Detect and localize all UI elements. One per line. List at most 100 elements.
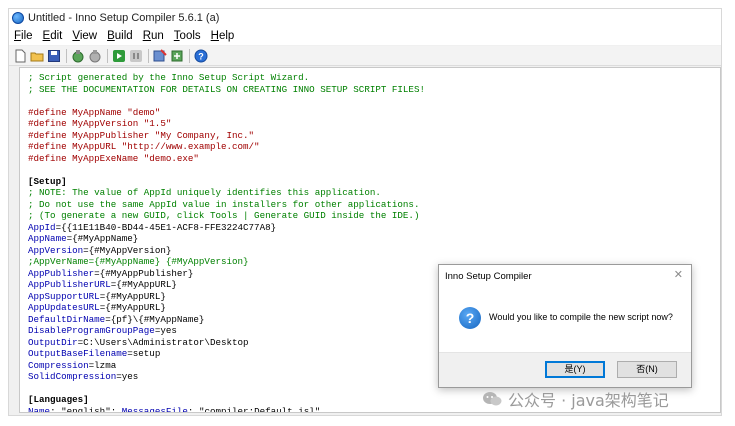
menu-file[interactable]: File: [9, 30, 38, 42]
yes-button[interactable]: 是(Y): [545, 361, 605, 378]
code-token: ={#MyAppURL}: [110, 279, 177, 290]
code-line: [Setup]: [28, 176, 425, 188]
code-line: ; Do not use the same AppId value in ins…: [28, 199, 425, 211]
code-line: Compression=lzma: [28, 360, 425, 372]
save-icon[interactable]: [47, 49, 61, 63]
code-line: #define MyAppPublisher "My Company, Inc.…: [28, 130, 425, 142]
code-line: AppUpdatesURL={#MyAppURL}: [28, 302, 425, 314]
code-line: #define MyAppName "demo": [28, 107, 425, 119]
code-token: MessagesFile: [121, 405, 188, 413]
stop-compile-icon[interactable]: [88, 49, 102, 63]
code-line: AppName={#MyAppName}: [28, 233, 425, 245]
code-line: AppId={{11E11B40-BD44-45E1-ACF8-FFE3224C…: [28, 222, 425, 234]
code-token: ={#MyAppURL}: [99, 290, 166, 302]
dialog-footer: 是(Y) 否(N): [439, 352, 691, 387]
code-token: ; NOTE: The value of AppId uniquely iden…: [28, 187, 381, 198]
new-file-icon[interactable]: [13, 49, 27, 63]
question-icon: ?: [459, 307, 481, 329]
code-line: #define MyAppURL "http://www.example.com…: [28, 141, 425, 153]
help-icon[interactable]: ?: [194, 49, 208, 63]
menu-tools[interactable]: Tools: [169, 30, 206, 42]
code-line: ;AppVerName={#MyAppName} {#MyAppVersion}: [28, 256, 425, 268]
menu-help[interactable]: Help: [206, 30, 240, 42]
code-token: OutputDir: [28, 336, 78, 348]
code-token: =yes: [116, 371, 139, 382]
code-token: AppId: [28, 221, 56, 233]
run-icon[interactable]: [112, 49, 126, 63]
code-token: ={#MyAppName}: [66, 233, 139, 244]
code-token: #define MyAppVersion "1.5": [28, 118, 172, 129]
code-line: DefaultDirName={pf}\{#MyAppName}: [28, 314, 425, 326]
code-token: #define MyAppURL "http://www.example.com…: [28, 141, 260, 152]
watermark-text: 公众号 · java架构笔记: [508, 391, 669, 410]
code-line: AppPublisher={#MyAppPublisher}: [28, 268, 425, 280]
code-line: AppSupportURL={#MyAppURL}: [28, 291, 425, 303]
menu-build[interactable]: Build: [102, 30, 138, 42]
compile-confirm-dialog: Inno Setup Compiler ✕ ? Would you like t…: [438, 264, 692, 388]
toolbar-separator: [148, 48, 149, 63]
code-token: AppPublisherURL: [28, 279, 111, 290]
compile-icon[interactable]: [71, 49, 85, 63]
inno-setup-app-icon: [12, 12, 24, 24]
code-line: ; (To generate a new GUID, click Tools |…: [28, 210, 425, 222]
code-token: #define MyAppExeName "demo.exe": [28, 152, 199, 164]
code-token: ; SEE THE DOCUMENTATION FOR DETAILS ON C…: [28, 83, 425, 95]
code-token: =lzma: [88, 359, 117, 371]
code-token: AppSupportURL: [28, 290, 100, 302]
wizard-icon[interactable]: [153, 48, 167, 63]
target-icon[interactable]: [170, 49, 184, 63]
code-line: Name: "english"; MessagesFile: "compiler…: [28, 405, 425, 413]
code-token: ={#MyAppPublisher}: [94, 267, 194, 279]
open-folder-icon[interactable]: [30, 49, 44, 63]
code-token: ={{11E11B40-BD44-45E1-ACF8-FFE3224C77A8}: [55, 221, 277, 233]
code-token: [Setup]: [28, 175, 67, 187]
code-token: =C:\Users\Administrator\Desktop: [77, 336, 249, 348]
code-line: OutputDir=C:\Users\Administrator\Desktop: [28, 337, 425, 349]
code-line: SolidCompression=yes: [28, 371, 425, 383]
code-token: SolidCompression: [28, 371, 117, 382]
code-line: [Languages]: [28, 394, 425, 406]
code-line: ; Script generated by the Inno Setup Scr…: [28, 72, 425, 84]
toolbar-separator: [107, 48, 108, 63]
code-token: AppVersion: [28, 244, 84, 256]
wechat-icon: [482, 391, 502, 407]
code-token: : "english";: [50, 405, 122, 413]
menu-run[interactable]: Run: [138, 30, 169, 42]
code-token: [Languages]: [28, 394, 89, 405]
code-token: ; Do not use the same AppId value in ins…: [28, 198, 420, 210]
menu-edit[interactable]: Edit: [38, 30, 68, 42]
dialog-message: Would you like to compile the new script…: [489, 312, 673, 322]
code-token: ;AppVerName={#MyAppName} {#MyAppVersion}: [28, 256, 249, 267]
code-token: #define MyAppPublisher "My Company, Inc.…: [28, 129, 255, 141]
no-button[interactable]: 否(N): [617, 361, 677, 378]
code-token: ; (To generate a new GUID, click Tools |…: [28, 210, 420, 221]
code-token: ={#MyAppVersion}: [83, 244, 172, 256]
code-line: AppPublisherURL={#MyAppURL}: [28, 279, 425, 291]
code-token: AppUpdatesURL: [28, 302, 100, 313]
watermark: 公众号 · java架构笔记: [482, 387, 669, 411]
code-line: AppVersion={#MyAppVersion}: [28, 245, 425, 257]
close-icon[interactable]: ✕: [674, 268, 683, 281]
menu-view[interactable]: View: [67, 30, 102, 42]
code-line: #define MyAppExeName "demo.exe": [28, 153, 425, 165]
title-bar: Untitled - Inno Setup Compiler 5.6.1 (a): [9, 9, 721, 27]
svg-text:?: ?: [198, 51, 204, 61]
code-lines: ; Script generated by the Inno Setup Scr…: [28, 72, 425, 413]
pause-icon[interactable]: [129, 49, 143, 63]
code-token: ={#MyAppURL}: [99, 302, 166, 313]
code-token: : "compiler:Default.isl": [187, 405, 321, 413]
code-token: DefaultDirName: [28, 313, 106, 325]
code-line: #define MyAppVersion "1.5": [28, 118, 425, 130]
code-token: AppName: [28, 233, 67, 244]
code-token: =yes: [154, 325, 177, 336]
code-token: OutputBaseFilename: [28, 348, 128, 359]
window-title: Untitled - Inno Setup Compiler 5.6.1 (a): [28, 12, 220, 24]
code-token: Name: [28, 405, 51, 413]
code-token: ; Script generated by the Inno Setup Scr…: [28, 72, 310, 83]
code-token: =setup: [127, 348, 161, 359]
toolbar-separator: [66, 48, 67, 63]
toolbar: ?: [9, 46, 721, 66]
code-line: ; NOTE: The value of AppId uniquely iden…: [28, 187, 425, 199]
